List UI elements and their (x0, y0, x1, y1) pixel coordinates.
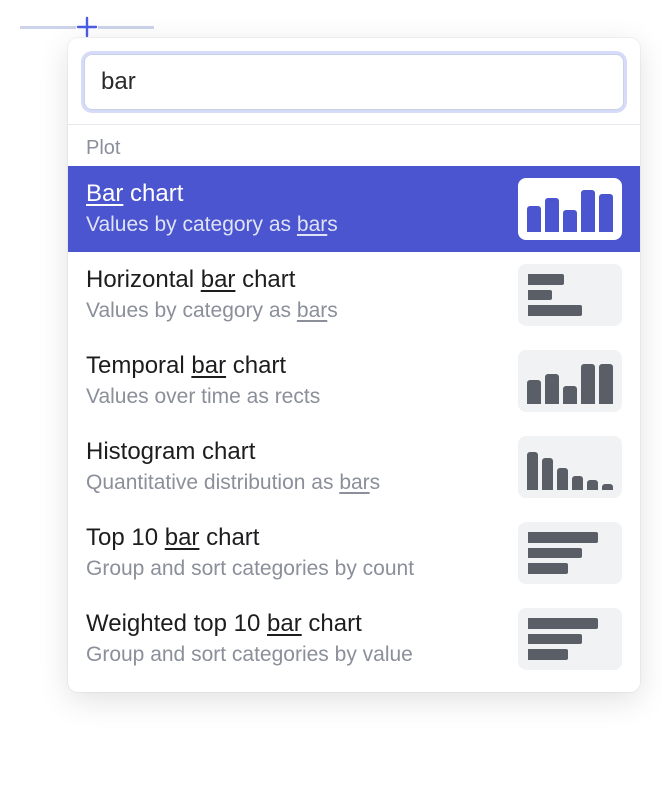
chart-thumbnail-icon (518, 436, 622, 498)
palette-item-text: Top 10 bar chartGroup and sort categorie… (86, 522, 518, 584)
palette-item[interactable]: Weighted top 10 bar chartGroup and sort … (68, 596, 640, 682)
search-input[interactable] (84, 54, 624, 110)
divider-line-left (20, 26, 76, 29)
palette-item-description: Values over time as rects (86, 383, 502, 411)
insert-cell-trigger[interactable] (20, 16, 154, 38)
palette-item-text: Histogram chartQuantitative distribution… (86, 436, 518, 498)
palette-item-description: Quantitative distribution as bars (86, 469, 502, 497)
chart-thumbnail-icon (518, 522, 622, 584)
palette-item-text: Weighted top 10 bar chartGroup and sort … (86, 608, 518, 670)
divider-line-right (98, 26, 154, 29)
palette-item-description: Values by category as bars (86, 211, 502, 239)
palette-item-title: Bar chart (86, 178, 502, 209)
palette-item[interactable]: Horizontal bar chartValues by category a… (68, 252, 640, 338)
search-wrapper (68, 38, 640, 125)
palette-item-description: Values by category as bars (86, 297, 502, 325)
palette-item-description: Group and sort categories by count (86, 555, 502, 583)
palette-item[interactable]: Histogram chartQuantitative distribution… (68, 424, 640, 510)
palette-item-title: Histogram chart (86, 436, 502, 467)
palette-item-title: Horizontal bar chart (86, 264, 502, 295)
palette-item-title: Weighted top 10 bar chart (86, 608, 502, 639)
palette-item-text: Temporal bar chartValues over time as re… (86, 350, 518, 412)
command-palette: Plot Bar chartValues by category as bars… (68, 38, 640, 692)
palette-item-description: Group and sort categories by value (86, 641, 502, 669)
palette-item[interactable]: Bar chartValues by category as bars (68, 166, 640, 252)
palette-item-text: Horizontal bar chartValues by category a… (86, 264, 518, 326)
section-header-plot: Plot (68, 125, 640, 166)
palette-item-title: Top 10 bar chart (86, 522, 502, 553)
palette-item[interactable]: Top 10 bar chartGroup and sort categorie… (68, 510, 640, 596)
palette-item-title: Temporal bar chart (86, 350, 502, 381)
plus-icon (76, 16, 98, 38)
chart-thumbnail-icon (518, 178, 622, 240)
chart-thumbnail-icon (518, 608, 622, 670)
palette-item-text: Bar chartValues by category as bars (86, 178, 518, 240)
chart-thumbnail-icon (518, 264, 622, 326)
palette-item[interactable]: Temporal bar chartValues over time as re… (68, 338, 640, 424)
chart-thumbnail-icon (518, 350, 622, 412)
